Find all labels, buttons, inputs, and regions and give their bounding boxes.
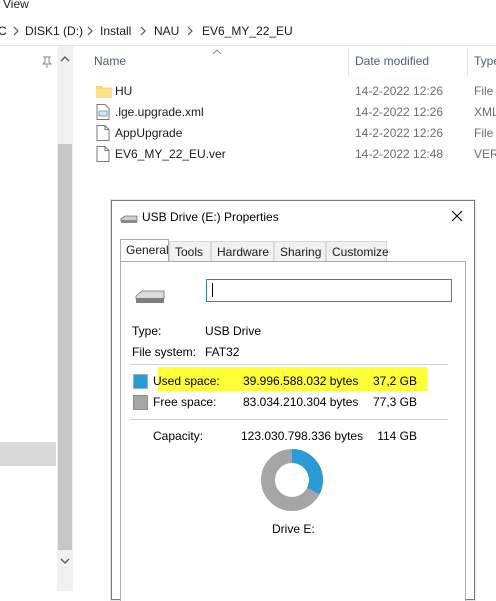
- capacity-label: Capacity:: [153, 429, 204, 443]
- tab-hardware[interactable]: Hardware: [211, 241, 274, 262]
- scroll-up-icon[interactable]: [57, 52, 73, 66]
- file-icon: [96, 146, 110, 162]
- file-system-label: File system:: [132, 345, 197, 359]
- text-caret: [212, 283, 213, 297]
- file-date: 14-2-2022 12:26: [355, 126, 444, 140]
- divider: [130, 419, 448, 420]
- scroll-down-icon[interactable]: [57, 554, 73, 568]
- file-row[interactable]: EV6_MY_22_EU.ver 14-2-2022 12:48 VER: [88, 144, 496, 164]
- used-space-label: Used space:: [153, 374, 220, 388]
- file-type: XML: [474, 105, 496, 119]
- properties-dialog: USB Drive (E:) Properties General Tools …: [111, 200, 475, 601]
- column-header-type[interactable]: Type: [474, 54, 496, 68]
- usb-drive-icon: [120, 215, 138, 223]
- type-value: USB Drive: [205, 324, 262, 338]
- used-space-size: 37,2 GB: [372, 374, 417, 388]
- xml-file-icon: [96, 104, 110, 120]
- column-divider[interactable]: [348, 48, 349, 76]
- close-icon[interactable]: [449, 208, 465, 224]
- type-label: Type:: [132, 324, 162, 338]
- file-type: File: [474, 126, 494, 140]
- file-icon: [96, 125, 110, 141]
- file-name: .lge.upgrade.xml: [115, 105, 204, 119]
- free-space-label: Free space:: [153, 395, 217, 409]
- navigation-pane: [0, 46, 56, 591]
- free-space-bytes: 83.034.210.304 bytes: [243, 395, 359, 409]
- chevron-right-icon: [13, 26, 19, 36]
- scrollbar-thumb[interactable]: [58, 144, 72, 550]
- pin-icon[interactable]: [41, 56, 53, 68]
- drive-label: Drive E:: [272, 522, 315, 536]
- file-name: EV6_MY_22_EU.ver: [115, 147, 226, 161]
- divider: [130, 364, 448, 365]
- file-system-value: FAT32: [205, 345, 240, 359]
- dialog-title: USB Drive (E:) Properties: [142, 210, 279, 224]
- file-row[interactable]: AppUpgrade 14-2-2022 12:26 File: [88, 123, 496, 143]
- file-row[interactable]: HU 14-2-2022 12:26 File: [88, 81, 496, 101]
- file-date: 14-2-2022 12:26: [355, 84, 444, 98]
- file-name: AppUpgrade: [115, 126, 183, 140]
- chevron-right-icon: [87, 26, 93, 36]
- tab-tools[interactable]: Tools: [169, 241, 211, 262]
- breadcrumb-disk1[interactable]: DISK1 (D:): [25, 24, 83, 38]
- tab-customize[interactable]: Customize: [326, 241, 389, 262]
- menu-view[interactable]: View: [3, 0, 29, 11]
- used-space-bytes: 39.996.588.032 bytes: [243, 374, 359, 388]
- breadcrumb-install[interactable]: Install: [100, 24, 131, 38]
- column-header-date-modified[interactable]: Date modified: [355, 54, 429, 68]
- breadcrumb-c[interactable]: C: [0, 24, 7, 38]
- usb-drive-icon: [135, 290, 165, 303]
- capacity-bytes: 123.030.798.336 bytes: [241, 429, 364, 443]
- chevron-right-icon: [140, 26, 146, 36]
- capacity-size: 114 GB: [377, 429, 417, 443]
- file-name: HU: [115, 84, 133, 98]
- file-date: 14-2-2022 12:26: [355, 105, 444, 119]
- column-divider[interactable]: [467, 48, 468, 76]
- tab-general[interactable]: General: [120, 239, 169, 262]
- menu-bar: View: [0, 0, 496, 14]
- file-date: 14-2-2022 12:48: [355, 147, 444, 161]
- free-space-size: 77,3 GB: [372, 395, 417, 409]
- breadcrumb-nau[interactable]: NAU: [154, 24, 179, 38]
- file-type: File: [474, 84, 494, 98]
- used-space-swatch: [133, 374, 148, 389]
- sort-ascending-icon: [212, 49, 222, 55]
- folder-icon: [96, 86, 112, 98]
- drive-usage-donut: [261, 449, 323, 511]
- volume-label-input[interactable]: [206, 279, 452, 302]
- column-header-name[interactable]: Name: [94, 54, 126, 68]
- breadcrumb-ev6[interactable]: EV6_MY_22_EU: [202, 24, 293, 38]
- nav-selected-item[interactable]: [0, 442, 56, 466]
- free-space-swatch: [133, 395, 148, 410]
- file-row[interactable]: .lge.upgrade.xml 14-2-2022 12:26 XML: [88, 102, 496, 122]
- address-bar[interactable]: C DISK1 (D:) Install NAU EV6_MY_22_EU: [0, 16, 496, 46]
- file-type: VER: [474, 147, 496, 161]
- chevron-right-icon: [187, 26, 193, 36]
- tab-sharing[interactable]: Sharing: [274, 241, 326, 262]
